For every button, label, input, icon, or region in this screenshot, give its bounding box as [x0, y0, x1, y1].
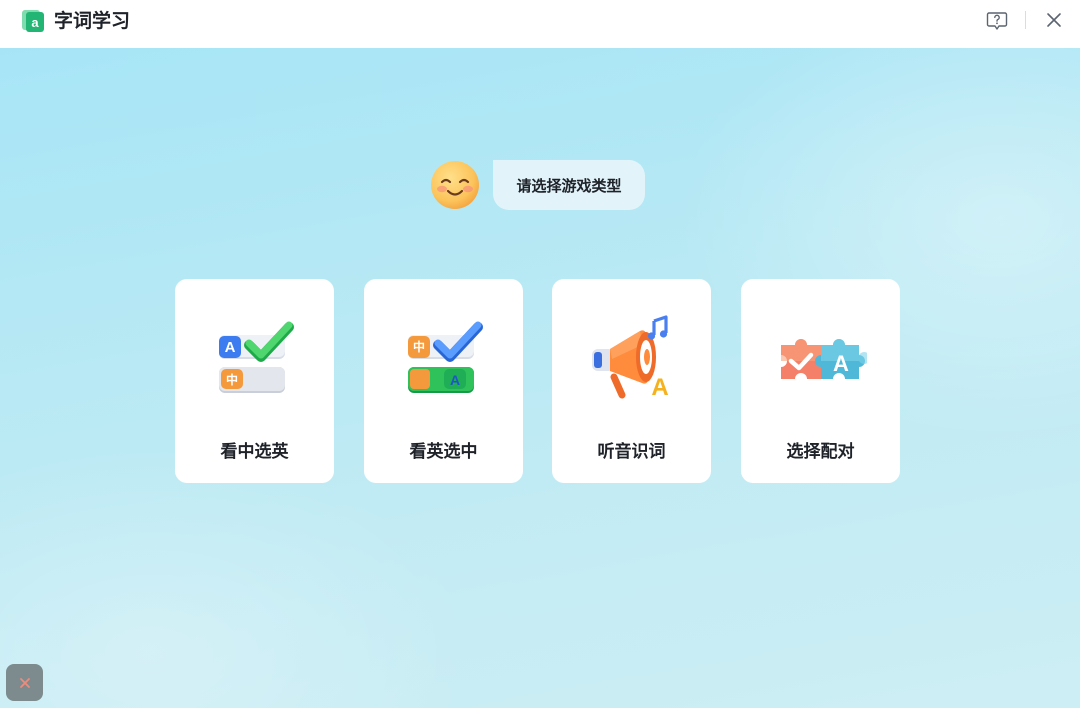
- game-card-chinese-to-english[interactable]: A 中 看中选英: [175, 279, 334, 483]
- svg-text:A: A: [833, 351, 849, 376]
- title-bar: a 字词学习: [0, 0, 1080, 48]
- english-to-chinese-check-icon: 中 A: [408, 321, 483, 393]
- game-card-label: 看英选中: [409, 442, 478, 462]
- close-icon[interactable]: [1043, 9, 1065, 31]
- svg-text:A: A: [225, 339, 236, 356]
- svg-text:A: A: [651, 374, 668, 399]
- game-card-matching[interactable]: A 选择配对: [741, 279, 900, 483]
- game-card-listen-word[interactable]: A 听音识词: [552, 279, 711, 483]
- svg-text:A: A: [450, 372, 460, 388]
- game-card-label: 选择配对: [786, 442, 855, 462]
- titlebar-divider: [1025, 11, 1026, 29]
- puzzle-pieces-icon: A: [781, 339, 867, 379]
- game-card-label: 看中选英: [220, 442, 289, 462]
- logo-letter: a: [31, 15, 39, 30]
- app-title: 字词学习: [54, 10, 131, 32]
- svg-text:中: 中: [226, 372, 238, 387]
- app-logo-icon: a: [22, 10, 44, 32]
- floating-close-button[interactable]: [6, 664, 43, 701]
- game-card-english-to-chinese[interactable]: 中 A 看英选中: [364, 279, 523, 483]
- game-selection-area: 请选择游戏类型 A 中 看中选英 中 A 看英选中 A 听音识词 A 选择配对: [0, 48, 1080, 708]
- game-card-label: 听音识词: [597, 442, 666, 462]
- chinese-to-english-check-icon: A 中: [219, 321, 294, 393]
- game-type-cards: A 中 看中选英 中 A 看英选中 A 听音识词 A 选择配对: [0, 48, 1080, 708]
- close-icon: [19, 677, 30, 688]
- help-question-icon[interactable]: [985, 10, 1009, 32]
- megaphone-music-icon: A: [592, 315, 669, 399]
- svg-text:中: 中: [413, 339, 425, 354]
